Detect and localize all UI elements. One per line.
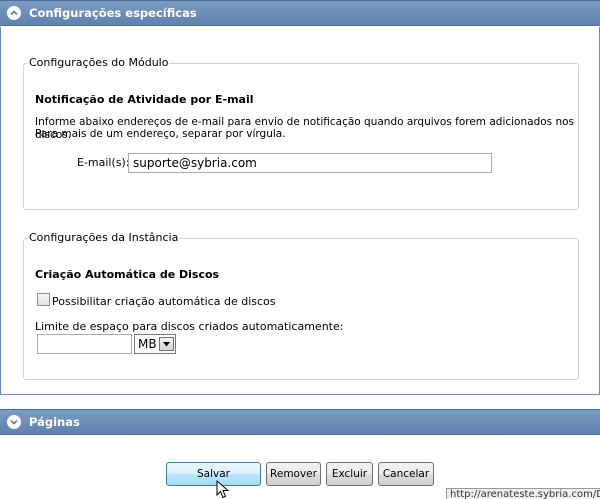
auto-disk-creation-heading: Criação Automática de Discos — [35, 268, 220, 281]
unit-select[interactable]: MB — [134, 334, 176, 354]
unit-select-value: MB — [138, 337, 157, 351]
instance-settings-group: Configurações da Instância — [23, 231, 579, 380]
collapse-up-icon[interactable] — [7, 6, 21, 20]
email-input[interactable] — [128, 153, 492, 173]
section-header-specific-settings[interactable]: Configurações específicas — [0, 0, 600, 26]
expand-down-icon[interactable] — [7, 415, 21, 429]
dropdown-arrow-icon[interactable] — [159, 337, 174, 351]
section-header-pages[interactable]: Páginas — [0, 409, 600, 435]
specific-settings-panel: Configurações do Módulo Notificação de A… — [0, 27, 600, 395]
save-button[interactable]: Salvar — [166, 462, 261, 486]
section-title-pages: Páginas — [29, 415, 80, 429]
mouse-pointer-icon — [216, 480, 230, 499]
email-notification-description-2: Para mais de um endereço, separar por ví… — [35, 128, 286, 140]
space-limit-input[interactable] — [37, 334, 132, 354]
auto-disk-creation-checkbox[interactable] — [37, 293, 50, 306]
delete-button[interactable]: Excluir — [326, 462, 373, 486]
status-bar-url: http://arenateste.sybria.com/Da — [446, 488, 600, 499]
email-label: E-mail(s): — [77, 156, 130, 169]
page: Configurações específicas Configurações … — [0, 0, 600, 499]
auto-disk-creation-label[interactable]: Possibilitar criação automática de disco… — [52, 295, 276, 308]
section-title-specific: Configurações específicas — [29, 6, 197, 20]
instance-settings-legend: Configurações da Instância — [28, 231, 180, 244]
cancel-button[interactable]: Cancelar — [378, 462, 434, 486]
remove-button[interactable]: Remover — [266, 462, 321, 486]
email-notification-heading: Notificação de Atividade por E-mail — [35, 93, 254, 106]
space-limit-label: Limite de espaço para discos criados aut… — [35, 320, 344, 333]
module-settings-legend: Configurações do Módulo — [28, 56, 170, 69]
